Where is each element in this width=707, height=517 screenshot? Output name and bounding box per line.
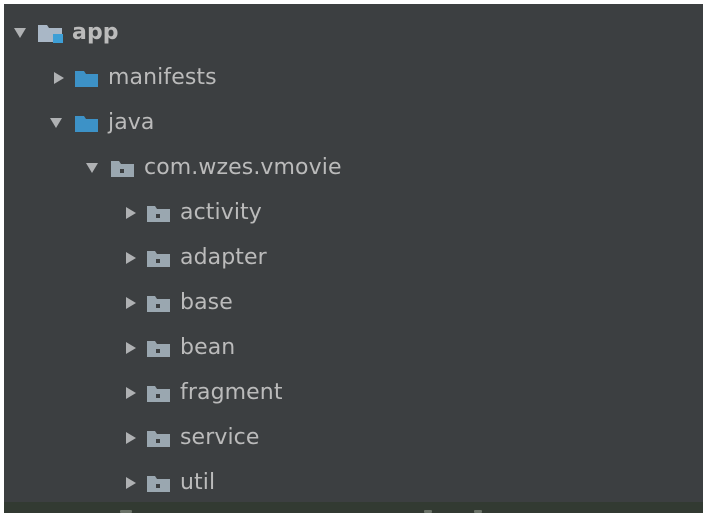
tree-node-package-root[interactable]: com.wzes.vmovie	[4, 145, 703, 190]
tree-node-adapter[interactable]: adapter	[4, 235, 703, 280]
tree-node-util[interactable]: util	[4, 460, 703, 505]
project-tree: app manifests java com.wzes.vmovie activ…	[4, 10, 703, 505]
tree-node-label: java	[108, 110, 155, 135]
expand-arrow-right-icon[interactable]	[118, 293, 144, 313]
source-folder-icon	[72, 112, 102, 134]
cut-off-next-row	[4, 502, 703, 513]
tree-node-label: manifests	[108, 65, 217, 90]
package-icon	[144, 247, 174, 269]
package-icon	[144, 292, 174, 314]
expand-arrow-right-icon[interactable]	[118, 338, 144, 358]
package-icon	[144, 472, 174, 494]
cut-off-row-fragment	[474, 510, 482, 513]
expand-arrow-right-icon[interactable]	[118, 383, 144, 403]
tree-node-label: activity	[180, 200, 262, 225]
cut-off-row-fragment	[424, 510, 432, 513]
expand-arrow-right-icon[interactable]	[118, 248, 144, 268]
expand-arrow-right-icon[interactable]	[118, 203, 144, 223]
tree-node-bean[interactable]: bean	[4, 325, 703, 370]
package-icon	[144, 427, 174, 449]
tree-node-activity[interactable]: activity	[4, 190, 703, 235]
tree-node-service[interactable]: service	[4, 415, 703, 460]
package-icon	[144, 202, 174, 224]
cut-off-row-fragment	[120, 510, 132, 513]
package-icon	[144, 337, 174, 359]
tree-node-java[interactable]: java	[4, 100, 703, 145]
expand-arrow-right-icon[interactable]	[46, 68, 72, 88]
tree-node-label: com.wzes.vmovie	[144, 155, 342, 180]
package-icon	[144, 382, 174, 404]
tree-node-label: bean	[180, 335, 236, 360]
module-folder-icon	[36, 22, 66, 44]
tree-node-label: base	[180, 290, 233, 315]
package-icon	[108, 157, 138, 179]
expand-arrow-down-icon[interactable]	[46, 113, 72, 133]
tree-node-base[interactable]: base	[4, 280, 703, 325]
tree-node-fragment[interactable]: fragment	[4, 370, 703, 415]
expand-arrow-down-icon[interactable]	[82, 158, 108, 178]
tree-node-app[interactable]: app	[4, 10, 703, 55]
expand-arrow-right-icon[interactable]	[118, 428, 144, 448]
tree-node-label: app	[72, 20, 119, 45]
source-folder-icon	[72, 67, 102, 89]
tree-node-label: util	[180, 470, 216, 495]
expand-arrow-down-icon[interactable]	[10, 23, 36, 43]
tree-node-manifests[interactable]: manifests	[4, 55, 703, 100]
project-tool-window: app manifests java com.wzes.vmovie activ…	[4, 4, 703, 513]
tree-node-label: service	[180, 425, 260, 450]
tree-node-label: fragment	[180, 380, 283, 405]
tree-node-label: adapter	[180, 245, 267, 270]
expand-arrow-right-icon[interactable]	[118, 473, 144, 493]
